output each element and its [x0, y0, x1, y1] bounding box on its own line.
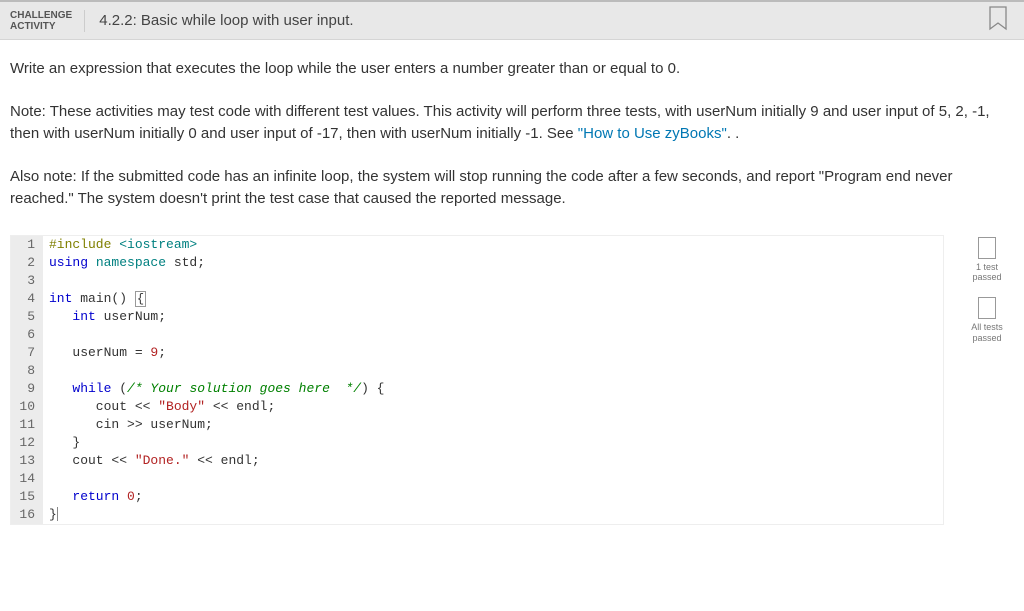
code-line[interactable]: 9 while (/* Your solution goes here */) … [11, 380, 943, 398]
prompt-p3: Also note: If the submitted code has an … [10, 166, 1014, 211]
test-status-column: 1 test passed All tests passed [960, 235, 1014, 344]
line-number: 2 [11, 254, 43, 272]
code-line[interactable]: 2using namespace std; [11, 254, 943, 272]
code-line[interactable]: 13 cout << "Done." << endl; [11, 452, 943, 470]
code-editor[interactable]: 1#include <iostream>2using namespace std… [10, 235, 944, 525]
status-all-tests: All tests passed [960, 297, 1014, 344]
code-text[interactable]: while (/* Your solution goes here */) { [43, 380, 384, 398]
line-number: 1 [11, 236, 43, 254]
line-number: 9 [11, 380, 43, 398]
code-line[interactable]: 14 [11, 470, 943, 488]
status-box-icon [978, 297, 996, 319]
code-text[interactable]: cout << "Done." << endl; [43, 452, 260, 470]
status-one-test: 1 test passed [960, 237, 1014, 284]
code-line[interactable]: 1#include <iostream> [11, 236, 943, 254]
bookmark-icon[interactable] [988, 5, 1008, 36]
line-number: 3 [11, 272, 43, 290]
code-text[interactable]: using namespace std; [43, 254, 205, 272]
line-number: 13 [11, 452, 43, 470]
code-text[interactable]: int main() { [43, 290, 146, 308]
activity-content: Write an expression that executes the lo… [0, 40, 1024, 535]
code-line[interactable]: 12 } [11, 434, 943, 452]
activity-header: CHALLENGE ACTIVITY 4.2.2: Basic while lo… [0, 0, 1024, 40]
code-text[interactable]: cout << "Body" << endl; [43, 398, 275, 416]
code-text[interactable]: } [43, 506, 58, 524]
prompt-p1: Write an expression that executes the lo… [10, 58, 1014, 81]
line-number: 12 [11, 434, 43, 452]
challenge-label-line1: CHALLENGE [10, 10, 72, 21]
code-line[interactable]: 16} [11, 506, 943, 524]
status-box-icon [978, 237, 996, 259]
code-line[interactable]: 10 cout << "Body" << endl; [11, 398, 943, 416]
activity-title: 4.2.2: Basic while loop with user input. [85, 12, 353, 29]
code-line[interactable]: 11 cin >> userNum; [11, 416, 943, 434]
code-line[interactable]: 6 [11, 326, 943, 344]
code-text[interactable]: int userNum; [43, 308, 166, 326]
line-number: 10 [11, 398, 43, 416]
code-text[interactable]: userNum = 9; [43, 344, 166, 362]
code-text[interactable]: #include <iostream> [43, 236, 197, 254]
code-line[interactable]: 5 int userNum; [11, 308, 943, 326]
code-line[interactable]: 4int main() { [11, 290, 943, 308]
prompt-p2: Note: These activities may test code wit… [10, 101, 1014, 146]
code-text[interactable]: } [43, 434, 80, 452]
code-area: 1#include <iostream>2using namespace std… [10, 235, 1014, 525]
code-text[interactable]: cin >> userNum; [43, 416, 213, 434]
line-number: 16 [11, 506, 43, 524]
line-number: 15 [11, 488, 43, 506]
line-number: 6 [11, 326, 43, 344]
code-line[interactable]: 8 [11, 362, 943, 380]
code-line[interactable]: 3 [11, 272, 943, 290]
code-line[interactable]: 15 return 0; [11, 488, 943, 506]
challenge-label-line2: ACTIVITY [10, 21, 72, 32]
code-text[interactable]: return 0; [43, 488, 143, 506]
line-number: 14 [11, 470, 43, 488]
how-to-link[interactable]: "How to Use zyBooks" [578, 125, 727, 142]
challenge-label: CHALLENGE ACTIVITY [10, 10, 85, 32]
line-number: 11 [11, 416, 43, 434]
prompt-text: Write an expression that executes the lo… [10, 58, 1014, 211]
code-line[interactable]: 7 userNum = 9; [11, 344, 943, 362]
line-number: 4 [11, 290, 43, 308]
line-number: 5 [11, 308, 43, 326]
line-number: 8 [11, 362, 43, 380]
line-number: 7 [11, 344, 43, 362]
